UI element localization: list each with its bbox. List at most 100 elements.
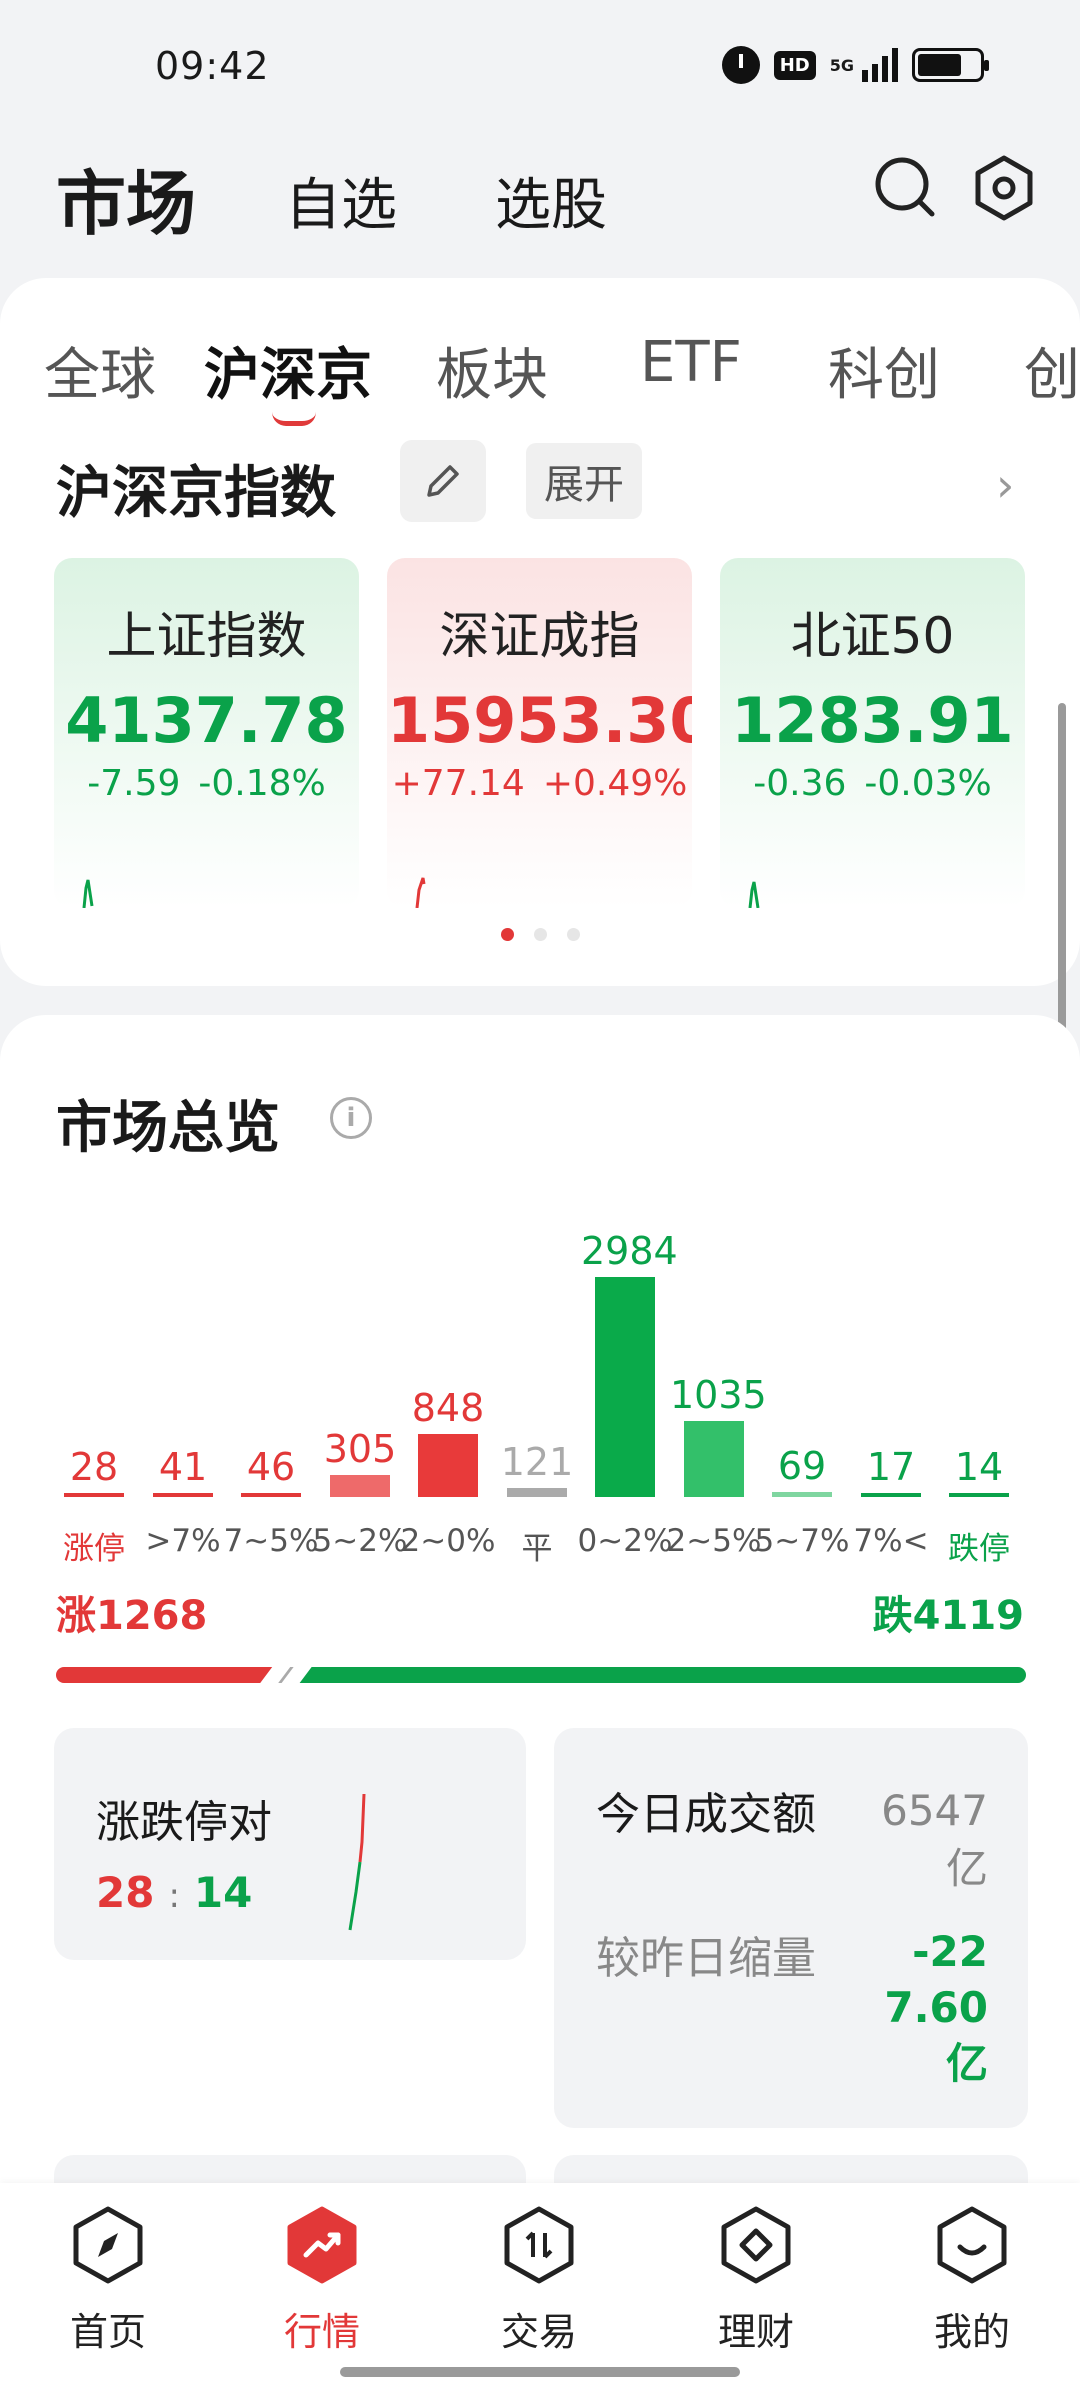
chart-column: 305 5~2%	[313, 1225, 408, 1585]
chart-column: 69 5~7%	[755, 1225, 850, 1585]
tab-watchlist[interactable]: 自选	[285, 160, 397, 241]
nav-market[interactable]: 行情	[252, 2203, 392, 2356]
signal-icon	[862, 48, 898, 82]
chart-category-label: 平	[521, 1531, 553, 1567]
down-segment	[299, 1667, 1026, 1683]
index-change-percent: -0.03%	[864, 763, 992, 804]
indices-card: 全球 沪深京 板块 ETF 科创 创 沪深京指数 展开 › 上证指数 4137.…	[0, 278, 1080, 1038]
chart-bar	[772, 1492, 832, 1497]
chart-value-label: 17	[866, 1445, 916, 1489]
chart-column: 46 7~5%	[224, 1225, 319, 1585]
nav-label: 行情	[283, 2310, 360, 2354]
subtab-sectors[interactable]: 板块	[436, 330, 548, 411]
turnover-card[interactable]: 今日成交额 6547亿 较昨日缩量 -227.60亿	[554, 1728, 1028, 2128]
nav-trade[interactable]: 交易	[469, 2203, 609, 2356]
header: 市场 自选 选股	[0, 130, 1080, 270]
chart-category-label: 5~2%	[312, 1523, 408, 1559]
distribution-chart: 28 涨停 41 >7% 46 7~5% 305 5~2% 848 2~0% 121 平 2984 0~2…	[50, 1225, 1040, 1585]
pencil-icon	[427, 465, 459, 497]
compass-icon	[73, 2206, 143, 2284]
settings-icon[interactable]	[968, 152, 1040, 224]
chart-bar	[418, 1434, 478, 1497]
chart-bar	[861, 1493, 921, 1497]
limit-sparkline	[348, 1793, 366, 1931]
chart-bar	[330, 1475, 390, 1497]
chart-column: 17 7%<	[847, 1225, 935, 1585]
up-down-ratio-bar	[56, 1667, 1026, 1683]
subtab-global[interactable]: 全球	[44, 330, 156, 411]
chart-value-label: 69	[777, 1444, 827, 1488]
nav-profile[interactable]: 我的	[902, 2203, 1042, 2356]
subtab-sh-sz-bj[interactable]: 沪深京	[204, 330, 372, 411]
chart-bar	[153, 1493, 213, 1497]
index-value: 15953.30	[387, 684, 692, 757]
index-change-points: +77.14	[391, 763, 525, 804]
index-change-points: -0.36	[753, 763, 847, 804]
index-card[interactable]: 北证50 1283.91 -0.36 -0.03%	[720, 558, 1025, 908]
chart-category-label: 7~5%	[223, 1523, 319, 1559]
turnover-compare-label: 较昨日缩量	[596, 1933, 816, 1984]
chart-value-label: 1035	[670, 1373, 767, 1417]
market-subtabs: 全球 沪深京 板块 ETF 科创 创	[0, 300, 1080, 426]
chart-category-label: 跌停	[948, 1531, 1010, 1567]
chart-category-label: 0~2%	[577, 1523, 673, 1559]
network-type: 5G	[829, 55, 854, 75]
expand-button[interactable]: 展开	[526, 443, 642, 519]
chart-value-label: 41	[158, 1445, 208, 1489]
chart-column: 1035 2~5%	[667, 1225, 767, 1585]
index-change: -7.59 -0.18%	[54, 763, 359, 804]
index-sparkline	[748, 881, 760, 908]
chart-value-label: 121	[500, 1440, 574, 1484]
chart-category-label: 2~0%	[400, 1523, 496, 1559]
chart-category-label: 7%<	[853, 1523, 929, 1559]
chevron-right-icon[interactable]: ›	[996, 458, 1014, 512]
index-value: 4137.78	[65, 684, 348, 757]
page-dot[interactable]	[500, 928, 514, 941]
chart-value-label: 305	[323, 1427, 397, 1471]
chart-category-label: >7%	[145, 1523, 221, 1559]
nav-label: 理财	[717, 2310, 794, 2354]
chart-value-label: 28	[69, 1445, 119, 1489]
profile-icon	[937, 2206, 1007, 2284]
turnover-compare-value: -227.60亿	[884, 1927, 988, 2088]
chart-value-label: 46	[246, 1445, 296, 1489]
chart-bar	[949, 1493, 1009, 1497]
index-change-percent: -0.18%	[198, 763, 326, 804]
chart-bar	[507, 1488, 567, 1497]
subtab-chinext[interactable]: 创	[1024, 330, 1080, 411]
limit-updown-card[interactable]: 涨跌停对 28:14	[54, 1728, 526, 1960]
tab-stock-picker[interactable]: 选股	[495, 160, 607, 241]
chart-bar	[595, 1277, 655, 1497]
search-icon[interactable]	[870, 152, 940, 222]
page-dot[interactable]	[533, 928, 547, 941]
page-indicator	[0, 928, 1080, 941]
nav-label: 首页	[69, 2310, 146, 2354]
chart-column: 28 涨停	[50, 1225, 138, 1585]
alarm-icon	[721, 46, 760, 84]
status-bar: 09:42 HD 5G	[0, 0, 1080, 130]
page-dot[interactable]	[566, 928, 580, 941]
index-card[interactable]: 深证成指 15953.30 +77.14 +0.49%	[387, 558, 692, 908]
index-change: +77.14 +0.49%	[387, 763, 692, 804]
scrollbar[interactable]	[1058, 703, 1066, 1038]
status-icons: HD 5G	[721, 46, 989, 84]
index-change-percent: +0.49%	[542, 763, 688, 804]
index-name: 深证成指	[439, 607, 640, 665]
subtab-etf[interactable]: ETF	[640, 330, 742, 395]
limit-up-count: 28	[96, 1868, 155, 1917]
nav-wealth[interactable]: 理财	[686, 2203, 826, 2356]
nav-label: 我的	[933, 2310, 1010, 2354]
index-name: 北证50	[790, 607, 955, 665]
page-title: 市场	[56, 163, 196, 245]
chart-column: 41 >7%	[139, 1225, 227, 1585]
limit-card-title: 涨跌停对	[96, 1797, 272, 1848]
home-indicator	[340, 2367, 740, 2377]
index-card[interactable]: 上证指数 4137.78 -7.59 -0.18%	[54, 558, 359, 908]
info-icon[interactable]: i	[330, 1097, 372, 1139]
edit-button[interactable]	[400, 440, 486, 522]
chart-column: 848 2~0%	[401, 1225, 496, 1585]
chart-value-label: 14	[954, 1445, 1004, 1489]
subtab-star[interactable]: 科创	[828, 330, 940, 411]
nav-home[interactable]: 首页	[38, 2203, 178, 2356]
indices-title: 沪深京指数	[56, 461, 336, 526]
